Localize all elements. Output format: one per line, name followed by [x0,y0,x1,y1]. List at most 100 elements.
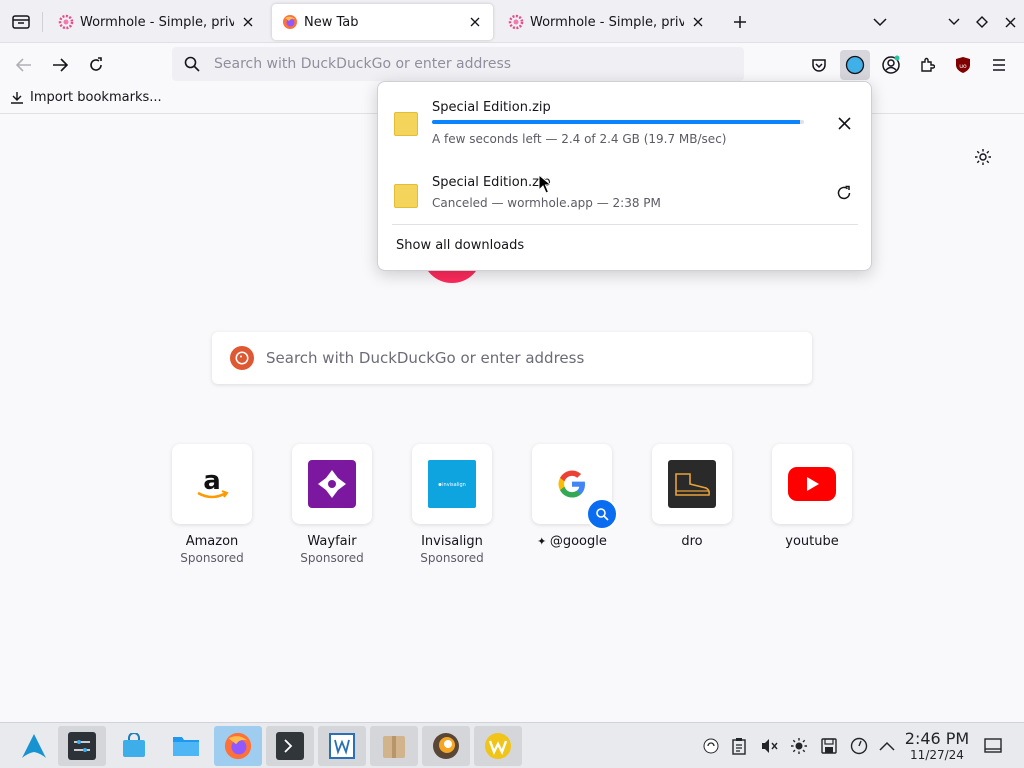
sponsored-label: Sponsored [180,551,244,565]
disk-icon[interactable] [820,737,838,755]
taskbar-media-app[interactable] [422,726,470,766]
download-item-canceled[interactable]: Special Edition.zip Canceled — wormhole.… [378,154,871,224]
clipboard-icon[interactable] [730,737,748,755]
show-desktop-icon[interactable] [984,737,1002,755]
download-progress-bar [432,120,804,124]
close-tab-icon[interactable] [467,14,483,30]
retry-icon [837,185,851,200]
top-site-youtube[interactable]: youtube [772,444,852,565]
digital-clock[interactable]: 2:46 PM 11/27/24 [902,730,972,763]
download-item-active[interactable]: Special Edition.zip A few seconds left —… [378,82,871,152]
discover-store-icon [123,733,145,757]
document-editor-icon [329,733,355,759]
app-round-icon [433,733,459,759]
download-filename: Special Edition.zip [432,100,551,115]
newtab-search-input[interactable] [266,349,786,367]
account-icon [882,55,900,74]
taskbar-archive-manager[interactable] [370,726,418,766]
close-tab-icon[interactable] [240,14,256,30]
personalize-button[interactable] [972,146,994,168]
taskbar-system-settings[interactable] [58,726,106,766]
extensions-button[interactable] [912,50,942,80]
taskbar-firefox[interactable] [214,726,262,766]
back-button[interactable] [10,51,38,79]
new-tab-button[interactable] [728,10,752,34]
app-menu-button[interactable] [984,50,1014,80]
invisalign-logo-text: invisalign [442,482,466,488]
hamburger-menu-icon [993,59,1005,71]
address-input[interactable] [214,56,714,72]
download-progress-icon [845,55,865,75]
application-launcher-button[interactable] [10,726,58,766]
chevron-down-icon [948,18,960,25]
window-maximize-button[interactable] [970,10,994,34]
taskbar-file-manager[interactable] [162,726,210,766]
invisalign-logo-icon: invisalign [428,460,476,508]
address-bar[interactable] [172,47,744,81]
chevron-up-icon[interactable] [878,737,896,755]
downloads-button[interactable] [840,50,870,80]
reload-icon [90,57,102,71]
import-bookmarks-button[interactable]: Import bookmarks... [10,90,162,105]
ublock-shield-icon: uo [956,57,970,73]
top-sites: a Amazon Sponsored Wayfair Sponsored inv… [172,444,892,565]
top-site-name: Amazon [185,534,239,549]
show-all-downloads-link[interactable]: Show all downloads [396,238,524,253]
reload-button[interactable] [82,51,110,79]
puzzle-icon [921,57,935,72]
panel-separator [392,224,858,225]
close-icon [1005,17,1015,27]
top-site-name: @google [549,534,607,549]
top-site-invisalign[interactable]: invisalign Invisalign Sponsored [412,444,492,565]
top-site-amazon[interactable]: a Amazon Sponsored [172,444,252,565]
terminal-icon [276,732,304,760]
tab-wormhole-1[interactable]: Wormhole - Simple, privat [48,4,266,40]
taskbar-terminal[interactable] [266,726,314,766]
close-icon [837,116,851,130]
clock-date: 11/27/24 [910,748,964,762]
mouse-cursor-icon [538,174,552,194]
newtab-search-box[interactable] [212,332,812,384]
svg-text:uo: uo [959,63,967,70]
file-archive-icon [394,184,418,208]
sponsored-label: Sponsored [300,551,364,565]
downloads-panel: Special Edition.zip A few seconds left —… [377,81,872,271]
tab-new-tab[interactable]: New Tab [272,4,493,40]
search-shortcut-badge [586,498,618,530]
volume-muted-icon[interactable] [760,737,778,755]
download-status: A few seconds left — 2.4 of 2.4 GB (19.7… [432,132,727,146]
network-speed-icon[interactable] [850,737,868,755]
tab-strip: Wormhole - Simple, privat New Tab Wormho… [0,0,1024,43]
download-status: Canceled — wormhole.app — 2:38 PM [432,196,661,210]
youtube-logo-icon [788,467,836,501]
gear-icon [975,149,991,165]
taskbar-w-app[interactable] [474,726,522,766]
import-bookmarks-label: Import bookmarks... [30,90,162,105]
top-site-dro[interactable]: dro [652,444,732,565]
taskbar-discover[interactable] [110,726,158,766]
pocket-button[interactable] [804,50,834,80]
window-minimize-button[interactable] [942,10,966,34]
folder-icon [173,737,199,756]
close-tab-icon[interactable] [690,14,706,30]
firefox-view-button[interactable] [8,9,34,35]
tab-separator [42,12,43,32]
forward-button[interactable] [46,51,74,79]
update-notifier-icon[interactable] [702,737,720,755]
svg-text:a: a [203,466,221,496]
diamond-icon [976,16,988,28]
tab-wormhole-2[interactable]: Wormhole - Simple, privat [498,4,716,40]
arrow-left-icon [16,58,31,72]
account-button[interactable] [876,50,906,80]
top-site-wayfair[interactable]: Wayfair Sponsored [292,444,372,565]
plus-icon [734,16,746,28]
brightness-icon[interactable] [790,737,808,755]
cancel-download-button[interactable] [832,111,856,135]
retry-download-button[interactable] [832,181,856,205]
taskbar-libreoffice[interactable] [318,726,366,766]
top-site-google[interactable]: ✦ @google [532,444,618,565]
list-all-tabs-button[interactable] [868,10,892,34]
tab-title: New Tab [304,14,359,30]
window-close-button[interactable] [998,10,1022,34]
ublock-origin-button[interactable]: uo [948,50,978,80]
